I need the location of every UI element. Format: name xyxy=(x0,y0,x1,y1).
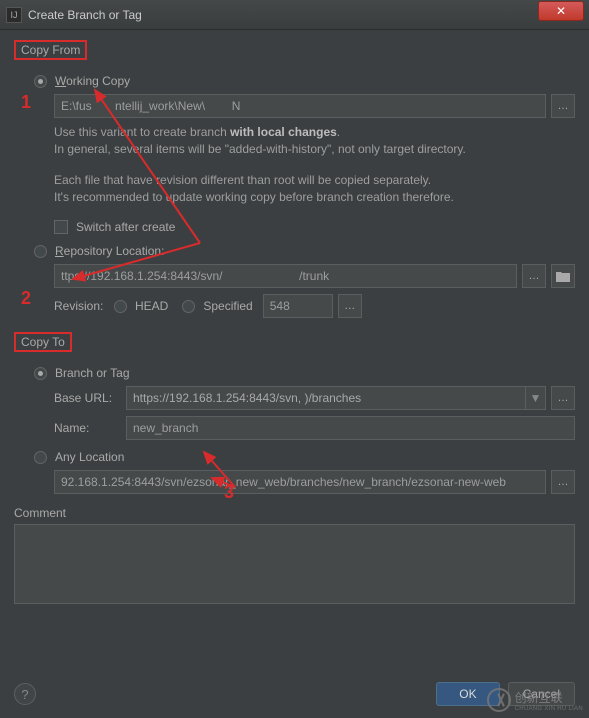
revision-specified-label: Specified xyxy=(203,299,252,313)
close-icon: ✕ xyxy=(556,4,566,18)
title-bar: IJ Create Branch or Tag ✕ xyxy=(0,0,589,30)
comment-textarea[interactable] xyxy=(14,524,575,604)
annotation-2: 2 xyxy=(21,288,31,309)
branch-or-tag-radio[interactable] xyxy=(34,367,47,380)
base-url-label: Base URL: xyxy=(54,391,126,405)
switch-after-create-label: Switch after create xyxy=(76,220,175,234)
comment-label: Comment xyxy=(14,506,66,520)
repository-folder-button[interactable] xyxy=(551,264,575,288)
watermark-text-1: 创新互联 xyxy=(515,689,583,706)
any-location-label: Any Location xyxy=(55,450,124,464)
revision-browse-button[interactable]: … xyxy=(338,294,362,318)
switch-after-create-checkbox[interactable] xyxy=(54,220,68,234)
working-copy-browse-button[interactable]: … xyxy=(551,94,575,118)
watermark-logo-icon xyxy=(487,688,511,712)
revision-head-label: HEAD xyxy=(135,299,168,313)
annotation-1: 1 xyxy=(21,92,31,113)
working-copy-path-input[interactable] xyxy=(54,94,546,118)
app-icon: IJ xyxy=(6,7,22,23)
repository-url-browse-button[interactable]: … xyxy=(522,264,546,288)
copy-to-group-label: Copy To xyxy=(14,332,72,352)
any-location-browse-button[interactable]: … xyxy=(551,470,575,494)
revision-specified-radio[interactable] xyxy=(182,300,195,313)
watermark: 创新互联 CHUANG XIN HU LIAN xyxy=(487,688,583,712)
annotation-3: 3 xyxy=(224,482,234,503)
working-copy-label: Working Copy xyxy=(55,74,130,88)
name-label: Name: xyxy=(54,421,126,435)
revision-label: Revision: xyxy=(54,299,114,313)
window-close-button[interactable]: ✕ xyxy=(538,1,584,21)
branch-or-tag-label: Branch or Tag xyxy=(55,366,130,380)
base-url-browse-button[interactable]: … xyxy=(551,386,575,410)
working-copy-radio[interactable] xyxy=(34,75,47,88)
repository-location-radio[interactable] xyxy=(34,245,47,258)
revision-number-input[interactable] xyxy=(263,294,333,318)
revision-head-radio[interactable] xyxy=(114,300,127,313)
base-url-value: https://192.168.1.254:8443/svn, )/branch… xyxy=(127,391,525,405)
base-url-combo[interactable]: https://192.168.1.254:8443/svn, )/branch… xyxy=(126,386,546,410)
repository-location-label: Repository Location: xyxy=(55,244,164,258)
repository-url-input[interactable] xyxy=(54,264,517,288)
window-title: Create Branch or Tag xyxy=(28,8,142,22)
any-location-radio[interactable] xyxy=(34,451,47,464)
branch-name-input[interactable] xyxy=(126,416,575,440)
desc-revision-diff: Each file that have revision different t… xyxy=(54,172,575,206)
folder-icon xyxy=(556,271,570,282)
any-location-input[interactable] xyxy=(54,470,546,494)
chevron-down-icon: ▼ xyxy=(525,387,545,409)
watermark-text-2: CHUANG XIN HU LIAN xyxy=(515,706,583,712)
help-button[interactable]: ? xyxy=(14,683,36,705)
desc-local-changes: Use this variant to create branch with l… xyxy=(54,124,575,158)
copy-from-group-label: Copy From xyxy=(14,40,87,60)
help-icon: ? xyxy=(21,687,28,702)
